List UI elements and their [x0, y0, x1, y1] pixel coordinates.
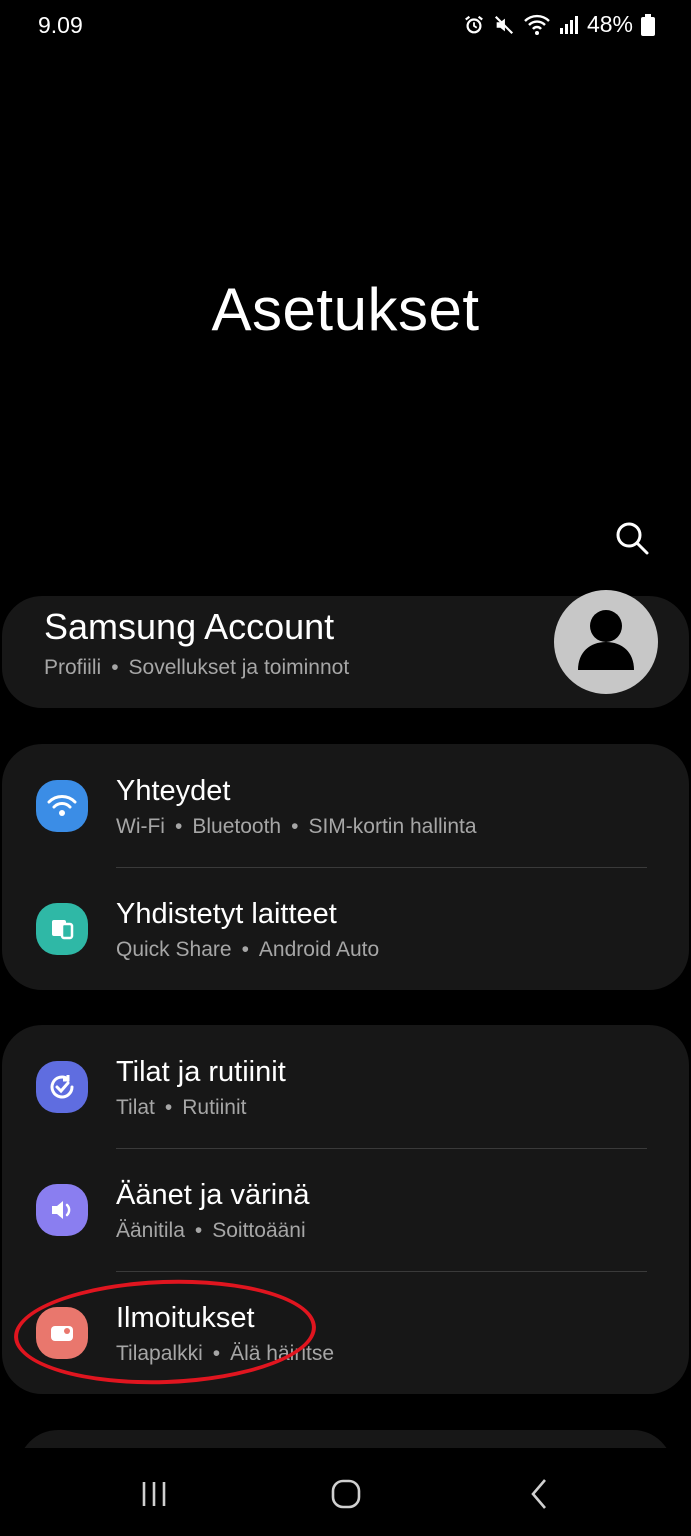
settings-group-connections: Yhteydet Wi-Fi • Bluetooth • SIM-kortin hall…: [2, 744, 689, 990]
wifi-icon: [36, 780, 88, 832]
battery-percentage: 48%: [586, 11, 633, 37]
settings-item-aanet-ja-varina[interactable]: Äänet ja värinä Äänitila • Soittoääni: [2, 1148, 689, 1271]
status-time: 9.09: [38, 12, 83, 38]
settings-item-subtitle: Wi-Fi • Bluetooth • SIM-kortin hallinta: [116, 815, 477, 838]
recent-apps-icon: [142, 1482, 166, 1506]
settings-item-title: Yhdistetyt laitteet: [116, 898, 337, 930]
sound-icon: [36, 1184, 88, 1236]
home-icon: [331, 1479, 361, 1509]
alarm-icon: [465, 15, 483, 33]
settings-item-subtitle: Äänitila • Soittoääni: [116, 1219, 306, 1242]
settings-item-subtitle: Tilat • Rutiinit: [116, 1096, 247, 1119]
settings-item-subtitle: Quick Share • Android Auto: [116, 938, 380, 961]
back-icon: [531, 1479, 546, 1509]
settings-item-yhteydet[interactable]: Yhteydet Wi-Fi • Bluetooth • SIM-kortin hall…: [2, 744, 689, 867]
settings-item-tilat-ja-rutiinit[interactable]: Tilat ja rutiinit Tilat • Rutiinit: [2, 1025, 689, 1148]
signal-icon: [559, 15, 578, 34]
page-title: Asetukset: [211, 276, 480, 343]
search-button[interactable]: [612, 518, 652, 558]
modes-icon: [36, 1061, 88, 1113]
account-subtitle: Profiili • Sovellukset ja toiminnot: [44, 656, 350, 679]
settings-item-title: Tilat ja rutiinit: [116, 1056, 286, 1088]
status-icons: 48%: [463, 11, 655, 38]
battery-icon: [641, 13, 655, 36]
devices-icon: [36, 903, 88, 955]
back-button[interactable]: [520, 1474, 560, 1514]
home-button[interactable]: [326, 1474, 366, 1514]
settings-item-title: Äänet ja värinä: [116, 1179, 310, 1211]
account-title: Samsung Account: [44, 606, 335, 647]
status-bar: 9.09 48%: [0, 0, 691, 52]
avatar[interactable]: [554, 590, 658, 694]
settings-item-title: Yhteydet: [116, 775, 231, 807]
profile-icon: [578, 610, 634, 670]
samsung-account-card[interactable]: Samsung Account Profiili • Sovellukset ja …: [2, 590, 689, 708]
wifi-icon: [524, 14, 550, 35]
mute-icon: [494, 15, 513, 34]
search-icon: [616, 522, 649, 555]
settings-item-yhdistetyt-laitteet[interactable]: Yhdistetyt laitteet Quick Share • Android …: [2, 867, 689, 990]
navigation-bar: [0, 1448, 691, 1536]
recent-apps-button[interactable]: [134, 1474, 174, 1514]
